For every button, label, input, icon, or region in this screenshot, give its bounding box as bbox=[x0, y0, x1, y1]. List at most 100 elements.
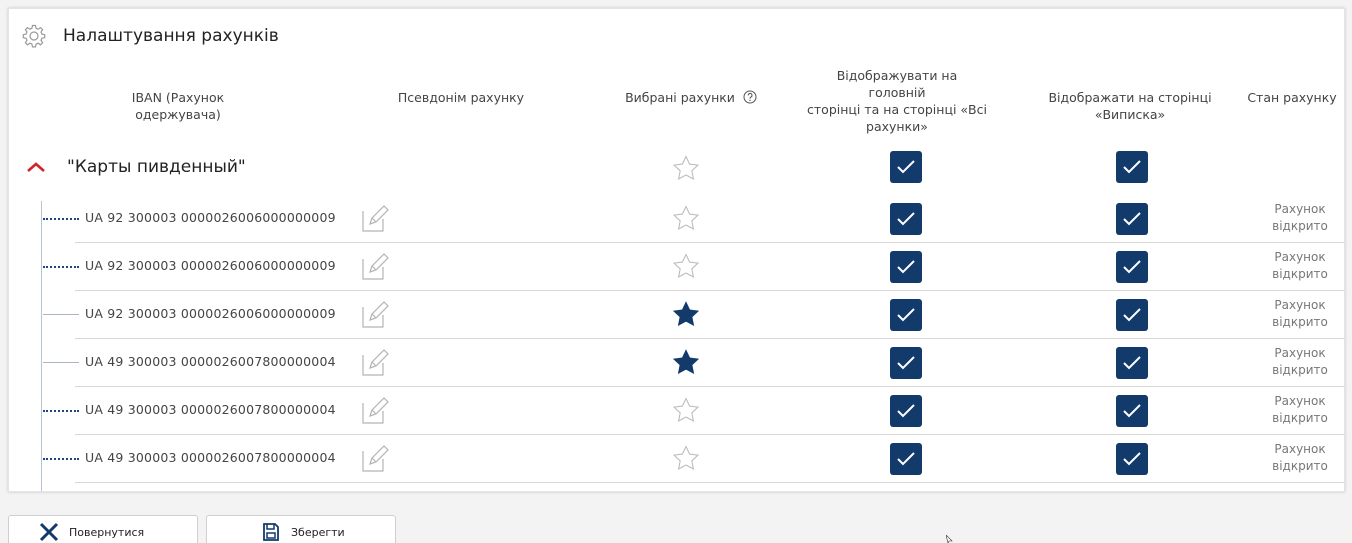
account-status: Рахунок відкрито bbox=[1255, 201, 1345, 235]
show-statement-checkbox[interactable] bbox=[1116, 443, 1148, 475]
checkmark-icon bbox=[1123, 452, 1141, 466]
column-header-iban: IBAN (Рахунок одержувача) bbox=[131, 90, 225, 122]
save-icon bbox=[263, 523, 279, 541]
account-status-line1: Рахунок bbox=[1274, 346, 1326, 360]
column-header-show-main-line1: Відображувати на головній bbox=[836, 68, 958, 100]
row-divider bbox=[75, 482, 1345, 483]
tree-branch-connector bbox=[43, 458, 79, 460]
edit-alias-icon[interactable] bbox=[359, 395, 391, 427]
edit-alias-icon[interactable] bbox=[359, 251, 391, 283]
show-statement-checkbox[interactable] bbox=[1116, 299, 1148, 331]
show-main-checkbox[interactable] bbox=[890, 299, 922, 331]
edit-alias-icon[interactable] bbox=[359, 299, 391, 331]
checkmark-icon bbox=[1123, 404, 1141, 418]
favorite-star-icon[interactable] bbox=[671, 252, 701, 282]
gear-icon bbox=[22, 24, 46, 48]
checkmark-icon bbox=[1123, 160, 1141, 174]
account-status-line1: Рахунок bbox=[1274, 442, 1326, 456]
show-statement-checkbox[interactable] bbox=[1116, 251, 1148, 283]
account-iban: UA 92 300003 0000026006000000009 bbox=[85, 306, 336, 321]
edit-alias-icon[interactable] bbox=[359, 203, 391, 235]
account-status: Рахунок відкрито bbox=[1255, 393, 1345, 427]
table-row: UA 49 300003 0000026007800000004 Рахунок в… bbox=[17, 387, 1345, 435]
account-status-line2: відкрито bbox=[1272, 219, 1328, 233]
page-title: Налаштування рахунків bbox=[63, 26, 279, 46]
account-status-line2: відкрито bbox=[1272, 363, 1328, 377]
favorite-star-icon[interactable] bbox=[671, 204, 701, 234]
account-status: Рахунок відкрито bbox=[1255, 297, 1345, 331]
edit-alias-icon[interactable] bbox=[359, 347, 391, 379]
account-iban: UA 92 300003 0000026006000000009 bbox=[85, 210, 336, 225]
checkmark-icon bbox=[897, 260, 915, 274]
checkmark-icon bbox=[897, 308, 915, 322]
account-status: Рахунок відкрито bbox=[1255, 441, 1345, 475]
show-statement-checkbox[interactable] bbox=[1116, 347, 1148, 379]
group-favorite-star-icon[interactable] bbox=[671, 154, 701, 184]
column-header-favorites-label: Вибрані рахунки bbox=[625, 90, 735, 105]
column-header-show-main-line2: сторінці та на сторінці «Всі bbox=[807, 102, 987, 117]
account-iban: UA 49 300003 0000026007800000004 bbox=[85, 402, 336, 417]
save-button[interactable]: Зберегти bbox=[206, 515, 396, 543]
column-header-alias: Псевдонім рахунку bbox=[397, 90, 525, 105]
favorite-star-icon[interactable] bbox=[671, 348, 701, 378]
checkmark-icon bbox=[1123, 356, 1141, 370]
favorite-star-icon[interactable] bbox=[671, 444, 701, 474]
account-status-line1: Рахунок bbox=[1274, 202, 1326, 216]
back-button-label: Повернутися bbox=[69, 525, 145, 539]
table-row: UA 49 300003 0000026007800000004 Рахунок в… bbox=[17, 435, 1345, 483]
checkmark-icon bbox=[897, 404, 915, 418]
edit-alias-icon[interactable] bbox=[359, 443, 391, 475]
group-show-statement-checkbox[interactable] bbox=[1116, 151, 1148, 183]
table-row: UA 92 300003 0000026006000000009 Рахунок в… bbox=[17, 243, 1345, 291]
close-icon bbox=[39, 522, 59, 542]
page-header: Налаштування рахунків bbox=[21, 21, 279, 51]
account-status-line2: відкрито bbox=[1272, 411, 1328, 425]
show-statement-checkbox[interactable] bbox=[1116, 203, 1148, 235]
checkmark-icon bbox=[1123, 308, 1141, 322]
checkmark-icon bbox=[897, 452, 915, 466]
account-status-line2: відкрито bbox=[1272, 267, 1328, 281]
checkmark-icon bbox=[1123, 212, 1141, 226]
account-status: Рахунок відкрито bbox=[1255, 345, 1345, 379]
show-main-checkbox[interactable] bbox=[890, 251, 922, 283]
checkmark-icon bbox=[1123, 260, 1141, 274]
account-status-line1: Рахунок bbox=[1274, 298, 1326, 312]
account-status-line2: відкрито bbox=[1272, 315, 1328, 329]
column-header-show-main: Відображувати на головній сторінці та на… bbox=[807, 67, 987, 135]
chevron-up-icon[interactable] bbox=[25, 156, 47, 178]
show-main-checkbox[interactable] bbox=[890, 395, 922, 427]
show-main-checkbox[interactable] bbox=[890, 203, 922, 235]
favorite-star-icon[interactable] bbox=[671, 396, 701, 426]
mouse-cursor-icon bbox=[946, 535, 953, 543]
checkmark-icon bbox=[897, 160, 915, 174]
account-status-line1: Рахунок bbox=[1274, 394, 1326, 408]
checkmark-icon bbox=[897, 212, 915, 226]
help-circle-icon[interactable] bbox=[743, 90, 757, 104]
account-iban: UA 49 300003 0000026007800000004 bbox=[85, 354, 336, 369]
back-button[interactable]: Повернутися bbox=[8, 515, 198, 543]
account-iban: UA 92 300003 0000026006000000009 bbox=[85, 258, 336, 273]
show-main-checkbox[interactable] bbox=[890, 347, 922, 379]
column-header-favorites: Вибрані рахунки bbox=[611, 89, 771, 106]
account-status-line2: відкрито bbox=[1272, 459, 1328, 473]
tree-branch-connector bbox=[43, 218, 79, 220]
account-status-line1: Рахунок bbox=[1274, 250, 1326, 264]
account-iban: UA 49 300003 0000026007800000004 bbox=[85, 450, 336, 465]
account-status: Рахунок відкрито bbox=[1255, 249, 1345, 283]
group-show-main-checkbox[interactable] bbox=[890, 151, 922, 183]
favorite-star-icon[interactable] bbox=[671, 300, 701, 330]
checkmark-icon bbox=[897, 356, 915, 370]
column-header-show-statement: Відображати на сторінці «Виписка» bbox=[1048, 90, 1212, 122]
account-group-row: "Карты пивденный" bbox=[17, 145, 246, 189]
tree-branch-connector bbox=[43, 266, 79, 268]
tree-branch-connector bbox=[43, 362, 79, 363]
show-main-checkbox[interactable] bbox=[890, 443, 922, 475]
table-row: UA 92 300003 0000026006000000009 Рахунок в… bbox=[17, 291, 1345, 339]
table-row: UA 49 300003 0000026007800000004 Рахунок в… bbox=[17, 339, 1345, 387]
show-statement-checkbox[interactable] bbox=[1116, 395, 1148, 427]
column-header-show-main-line3: рахунки» bbox=[866, 119, 928, 134]
table-row: UA 92 300003 0000026006000000009 Рахунок в… bbox=[17, 195, 1345, 243]
save-button-label: Зберегти bbox=[291, 525, 345, 539]
tree-branch-connector bbox=[43, 314, 79, 315]
accounts-settings-panel: Налаштування рахунків IBAN (Рахунок одер… bbox=[8, 8, 1345, 492]
